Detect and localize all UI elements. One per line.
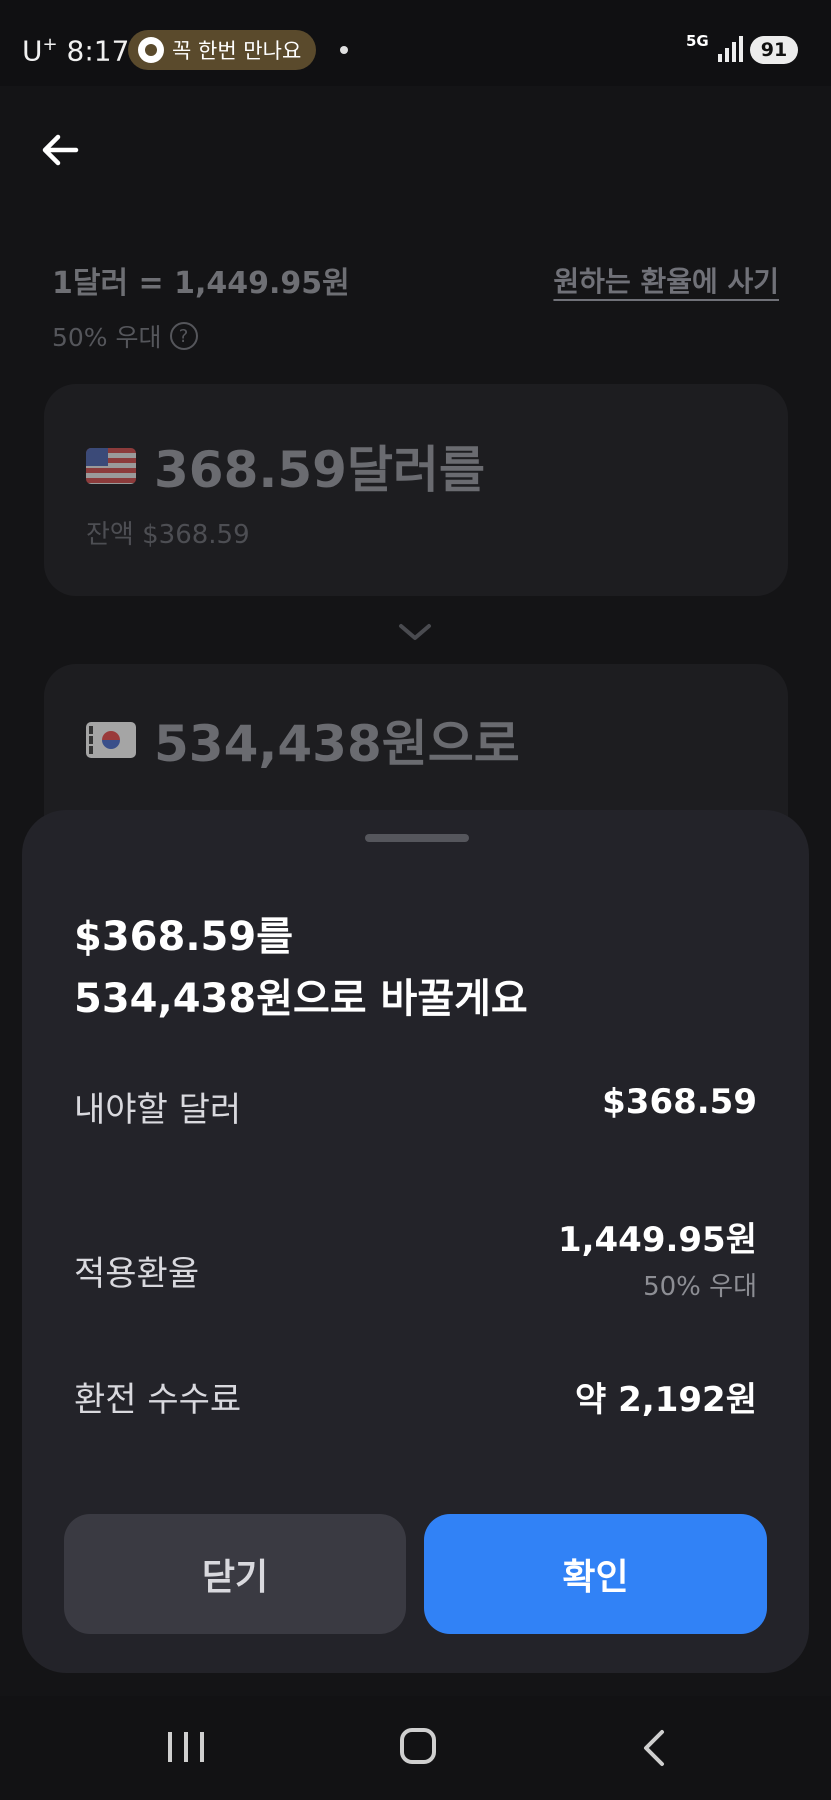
system-nav-bar [0, 1696, 831, 1800]
battery-level: 91 [760, 39, 788, 61]
status-carrier-time: U+ 8:17 [22, 34, 129, 67]
music-note-icon [138, 37, 164, 63]
signal-strength-icon [718, 36, 743, 62]
exchange-fee-row: 환전 수수료 약 2,192원 [74, 1372, 757, 1422]
back-icon[interactable] [636, 1728, 672, 1768]
notification-pill-text: 꼭 한번 만나요 [172, 39, 302, 63]
from-amount: 368.59달러를 [154, 441, 485, 499]
target-rate-link[interactable]: 원하는 환율에 사기 [553, 260, 779, 300]
sheet-title-line1: $368.59를 [74, 914, 293, 960]
row-value: 1,449.95원 [557, 1220, 757, 1260]
battery-icon: 91 [750, 36, 798, 64]
row-subvalue: 50% 우대 [643, 1272, 757, 1302]
carrier-label: U [22, 34, 43, 68]
sheet-title: $368.59를 534,438원으로 바꿀게요 [74, 906, 528, 1030]
sheet-drag-handle[interactable] [365, 834, 469, 842]
from-amount-row: 368.59달러를 [86, 430, 485, 502]
exchange-rate: 1달러 = 1,449.95원 [52, 266, 350, 301]
confirm-bottom-sheet: $368.59를 534,438원으로 바꿀게요 내야할 달러 $368.59 … [22, 810, 809, 1673]
kr-flag-icon [86, 722, 136, 758]
home-icon[interactable] [400, 1728, 436, 1764]
clock: 8:17 [66, 34, 130, 68]
sheet-title-line2: 534,438원으로 바꿀게요 [74, 976, 528, 1022]
carrier-plus: + [42, 34, 58, 55]
applied-rate-row: 적용환율 1,449.95원 50% 우대 [74, 1212, 757, 1302]
notification-dot-icon [340, 46, 348, 54]
notification-pill[interactable]: 꼭 한번 만나요 [128, 30, 316, 70]
row-label: 내야할 달러 [74, 1090, 242, 1130]
to-amount: 534,438원으로 [154, 715, 520, 773]
row-label: 적용환율 [74, 1254, 200, 1294]
from-currency-card[interactable]: 368.59달러를 잔액 $368.59 [44, 384, 788, 596]
network-5g-icon: 5G [686, 32, 709, 50]
status-bar: U+ 8:17 꼭 한번 만나요 5G 91 [0, 0, 831, 86]
row-value: $368.59 [602, 1082, 757, 1122]
arrow-left-icon[interactable] [36, 126, 84, 174]
discount-label: 50% 우대 [52, 323, 162, 352]
row-value: 약 2,192원 [575, 1380, 757, 1420]
screen: U+ 8:17 꼭 한번 만나요 5G 91 1달러 = 1,449.95원 5… [0, 0, 831, 1800]
to-amount-row: 534,438원으로 [86, 704, 520, 776]
pay-dollar-row: 내야할 달러 $368.59 [74, 1082, 757, 1132]
confirm-button[interactable]: 확인 [424, 1514, 767, 1634]
row-label: 환전 수수료 [74, 1380, 242, 1420]
help-icon[interactable]: ? [169, 322, 198, 350]
recent-apps-icon[interactable] [168, 1732, 204, 1762]
chevron-down-icon [399, 624, 431, 640]
us-flag-icon [86, 448, 136, 484]
close-button[interactable]: 닫기 [64, 1514, 406, 1634]
exchange-discount: 50% 우대 ? [52, 318, 198, 354]
from-balance: 잔액 $368.59 [86, 520, 250, 550]
